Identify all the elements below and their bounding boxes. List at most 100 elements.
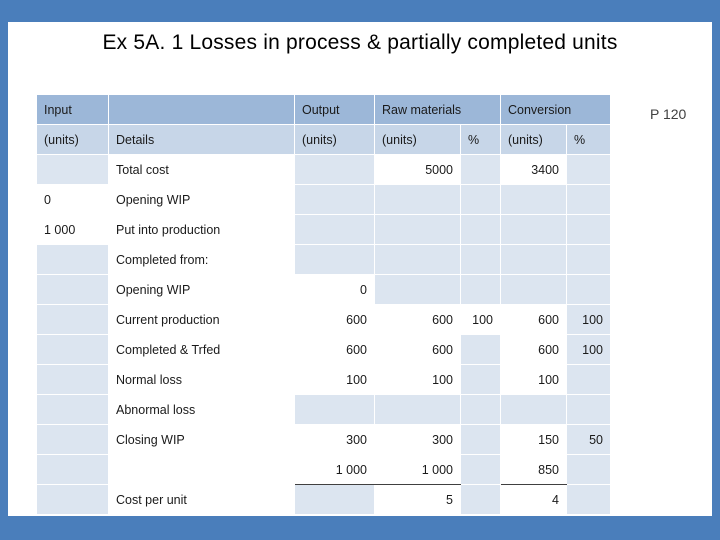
cell-rm: 600	[374, 304, 461, 335]
table-header-row-1: Input Output Raw materials Conversion	[36, 94, 611, 125]
cell-conv	[500, 184, 567, 215]
cell-details: Opening WIP	[108, 274, 295, 305]
cell-conv	[500, 394, 567, 425]
table-header-row-2: (units) Details (units) (units) % (units…	[36, 124, 611, 155]
cell-conv-pct	[566, 244, 611, 275]
cell-rm: 5	[374, 484, 461, 515]
cell-rm: 1 000	[374, 454, 461, 485]
cell-output	[294, 184, 375, 215]
cell-output	[294, 154, 375, 185]
cell-rm-pct	[460, 334, 501, 365]
cell-input	[36, 364, 109, 395]
table-row: Completed & Trfed 600 600 600 100	[36, 334, 611, 365]
table-row: Current production 600 600 100 600 100	[36, 304, 611, 335]
cell-output: 600	[294, 334, 375, 365]
table-row: Cost per unit 5 4	[36, 484, 611, 515]
cell-conv: 850	[500, 454, 567, 485]
cell-input: 0	[36, 184, 109, 215]
cell-conv: 4	[500, 484, 567, 515]
cell-conv-pct	[566, 484, 611, 515]
header-raw-materials: Raw materials	[374, 94, 501, 125]
cell-conv-pct: 100	[566, 304, 611, 335]
header-details: Details	[108, 124, 295, 155]
cell-input	[36, 304, 109, 335]
cell-output: 1 000	[294, 454, 375, 485]
cell-rm-pct	[460, 154, 501, 185]
cell-output	[294, 244, 375, 275]
cell-output: 600	[294, 304, 375, 335]
cell-details: Completed & Trfed	[108, 334, 295, 365]
cell-conv	[500, 214, 567, 245]
cell-conv-pct	[566, 214, 611, 245]
cell-details: Put into production	[108, 214, 295, 245]
header-output: Output	[294, 94, 375, 125]
cell-details: Total cost	[108, 154, 295, 185]
cell-details: Normal loss	[108, 364, 295, 395]
slide: Ex 5A. 1 Losses in process & partially c…	[0, 0, 720, 540]
cell-rm	[374, 244, 461, 275]
cell-details: Completed from:	[108, 244, 295, 275]
cell-rm-pct	[460, 244, 501, 275]
cell-output: 300	[294, 424, 375, 455]
cell-input	[36, 274, 109, 305]
table-row: Completed from:	[36, 244, 611, 275]
slide-title-bar: Ex 5A. 1 Losses in process & partially c…	[8, 22, 712, 64]
cell-conv-pct	[566, 274, 611, 305]
cell-rm: 300	[374, 424, 461, 455]
cell-input	[36, 334, 109, 365]
header-rm-percent: %	[460, 124, 501, 155]
cell-conv: 3400	[500, 154, 567, 185]
table-row: 0 Opening WIP	[36, 184, 611, 215]
cell-rm: 100	[374, 364, 461, 395]
cell-rm	[374, 184, 461, 215]
cell-rm-pct	[460, 394, 501, 425]
cell-input	[36, 484, 109, 515]
cell-conv: 100	[500, 364, 567, 395]
header-conv-units: (units)	[500, 124, 567, 155]
cell-rm-pct	[460, 274, 501, 305]
cell-input	[36, 154, 109, 185]
table-row: Abnormal loss	[36, 394, 611, 425]
cell-conv-pct	[566, 154, 611, 185]
cell-input	[36, 394, 109, 425]
cell-conv-pct: 50	[566, 424, 611, 455]
cell-rm-pct: 100	[460, 304, 501, 335]
cell-rm	[374, 214, 461, 245]
table-row: Opening WIP 0	[36, 274, 611, 305]
header-input-units: (units)	[36, 124, 109, 155]
cell-rm-pct	[460, 424, 501, 455]
cell-conv: 150	[500, 424, 567, 455]
cell-conv: 600	[500, 334, 567, 365]
table-row: Total cost 5000 3400	[36, 154, 611, 185]
cell-conv	[500, 244, 567, 275]
cell-conv	[500, 274, 567, 305]
header-rm-units: (units)	[374, 124, 461, 155]
header-output-units: (units)	[294, 124, 375, 155]
table-row: 1 000 Put into production	[36, 214, 611, 245]
cell-details: Opening WIP	[108, 184, 295, 215]
page-reference: P 120	[650, 106, 687, 122]
cell-input	[36, 424, 109, 455]
process-account-table: Input Output Raw materials Conversion (u…	[36, 94, 611, 515]
cell-output: 100	[294, 364, 375, 395]
cell-conv-pct: 100	[566, 334, 611, 365]
header-conversion: Conversion	[500, 94, 611, 125]
page-title: Ex 5A. 1 Losses in process & partially c…	[102, 31, 618, 54]
cell-rm-pct	[460, 214, 501, 245]
cell-conv-pct	[566, 454, 611, 485]
cell-rm-pct	[460, 184, 501, 215]
header-details-blank	[108, 94, 295, 125]
cell-output: 0	[294, 274, 375, 305]
table-row: Closing WIP 300 300 150 50	[36, 424, 611, 455]
cell-conv-pct	[566, 364, 611, 395]
cell-rm-pct	[460, 454, 501, 485]
cell-details: Abnormal loss	[108, 394, 295, 425]
cell-output	[294, 484, 375, 515]
table-row: Normal loss 100 100 100	[36, 364, 611, 395]
cell-details: Cost per unit	[108, 484, 295, 515]
cell-details	[108, 454, 295, 485]
cell-input	[36, 244, 109, 275]
cell-rm	[374, 274, 461, 305]
cell-output	[294, 394, 375, 425]
header-input: Input	[36, 94, 109, 125]
